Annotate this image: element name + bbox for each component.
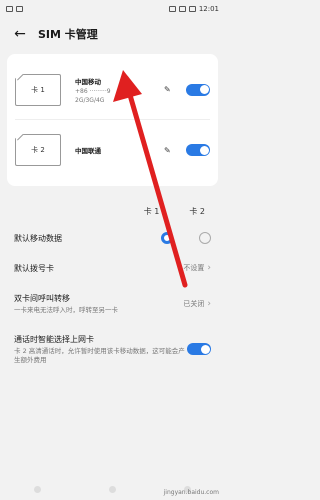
sim-list: 卡 1 中国移动 +86 ·········9 2G/3G/4G ✎ 卡 2 中…	[7, 54, 218, 186]
call-forward-block: 双卡间呼叫转移 一卡来电无法呼入时，呼转至另一卡	[14, 293, 183, 315]
nav-back-icon[interactable]	[34, 485, 41, 493]
call-forward-desc: 一卡来电无法呼入时，呼转至另一卡	[14, 306, 118, 315]
sim-info: 中国移动 +86 ·········9 2G/3G/4G	[75, 76, 164, 104]
data-card-2-radio[interactable]	[199, 232, 211, 244]
status-bar: 12:01	[0, 0, 225, 18]
default-dial-setting[interactable]: 默认拨号卡 不设置 ›	[0, 253, 225, 283]
sim-card-icon: 卡 1	[15, 73, 61, 106]
watermark: jingyan.baidu.com	[163, 489, 219, 496]
sim-carrier-name: 中国移动	[75, 77, 101, 86]
smart-data-desc: 卡 2 高清通话时，允许暂时使用该卡移动数据，这可能会产生额外费用	[14, 346, 185, 364]
call-forward-setting[interactable]: 双卡间呼叫转移 一卡来电无法呼入时，呼转至另一卡 已关闭 ›	[0, 283, 225, 325]
page-title: SIM 卡管理	[38, 28, 98, 41]
sim-card-icon: 卡 2	[15, 134, 61, 166]
chevron-right-icon: ›	[207, 263, 211, 273]
settings-list: 默认移动数据 默认拨号卡 不设置 › 双卡间呼叫转移 一卡来电无法呼入时，呼转至…	[0, 223, 225, 373]
default-data-label: 默认移动数据	[14, 233, 62, 243]
sim-info: 中国联通	[75, 145, 164, 155]
call-forward-label: 双卡间呼叫转移	[14, 294, 70, 304]
wifi-icon	[168, 6, 176, 12]
edit-pencil-icon[interactable]: ✎	[164, 85, 176, 94]
signal-icon	[178, 6, 186, 12]
back-arrow-icon[interactable]: ←	[12, 26, 28, 42]
default-dial-value: 不设置	[183, 264, 205, 272]
sim-1-toggle[interactable]	[186, 83, 210, 96]
sim-card-label: 卡 1	[31, 85, 45, 94]
default-data-setting: 默认移动数据	[0, 223, 225, 253]
status-time: 12:01	[198, 5, 219, 13]
smart-data-label: 通话时智能选择上网卡	[14, 334, 94, 344]
header: ← SIM 卡管理	[0, 18, 225, 50]
status-icons-left	[6, 6, 23, 12]
sim-number: +86 ·········9	[75, 87, 111, 95]
status-icons-right: 12:01	[168, 5, 219, 13]
sim-2-toggle[interactable]	[186, 144, 210, 156]
smart-data-block: 通话时智能选择上网卡 卡 2 高清通话时，允许暂时使用该卡移动数据，这可能会产生…	[14, 334, 187, 365]
battery-icon	[188, 6, 196, 12]
data-card-1-radio[interactable]	[161, 232, 173, 244]
smart-data-setting: 通话时智能选择上网卡 卡 2 高清通话时，允许暂时使用该卡移动数据，这可能会产生…	[0, 325, 225, 373]
sim-row-1[interactable]: 卡 1 中国移动 +86 ·········9 2G/3G/4G ✎	[15, 60, 210, 120]
smart-data-toggle[interactable]	[187, 343, 211, 355]
sim-network: 2G/3G/4G	[75, 96, 105, 104]
chevron-right-icon: ›	[207, 299, 211, 309]
card-header-2: 卡 2	[189, 207, 205, 216]
notification-icon	[6, 6, 13, 12]
card-header-1: 卡 1	[143, 207, 160, 216]
app-icon	[16, 6, 23, 12]
sim-row-2[interactable]: 卡 2 中国联通 ✎	[15, 120, 210, 180]
default-dial-label: 默认拨号卡	[14, 263, 54, 273]
card-headers: 卡 1 卡 2	[0, 186, 225, 217]
nav-home-icon[interactable]	[109, 485, 116, 493]
sim-card-label: 卡 2	[31, 146, 45, 154]
edit-pencil-icon[interactable]: ✎	[164, 146, 176, 155]
sim-carrier-name: 中国联通	[75, 147, 101, 155]
call-forward-value: 已关闭	[183, 300, 205, 308]
